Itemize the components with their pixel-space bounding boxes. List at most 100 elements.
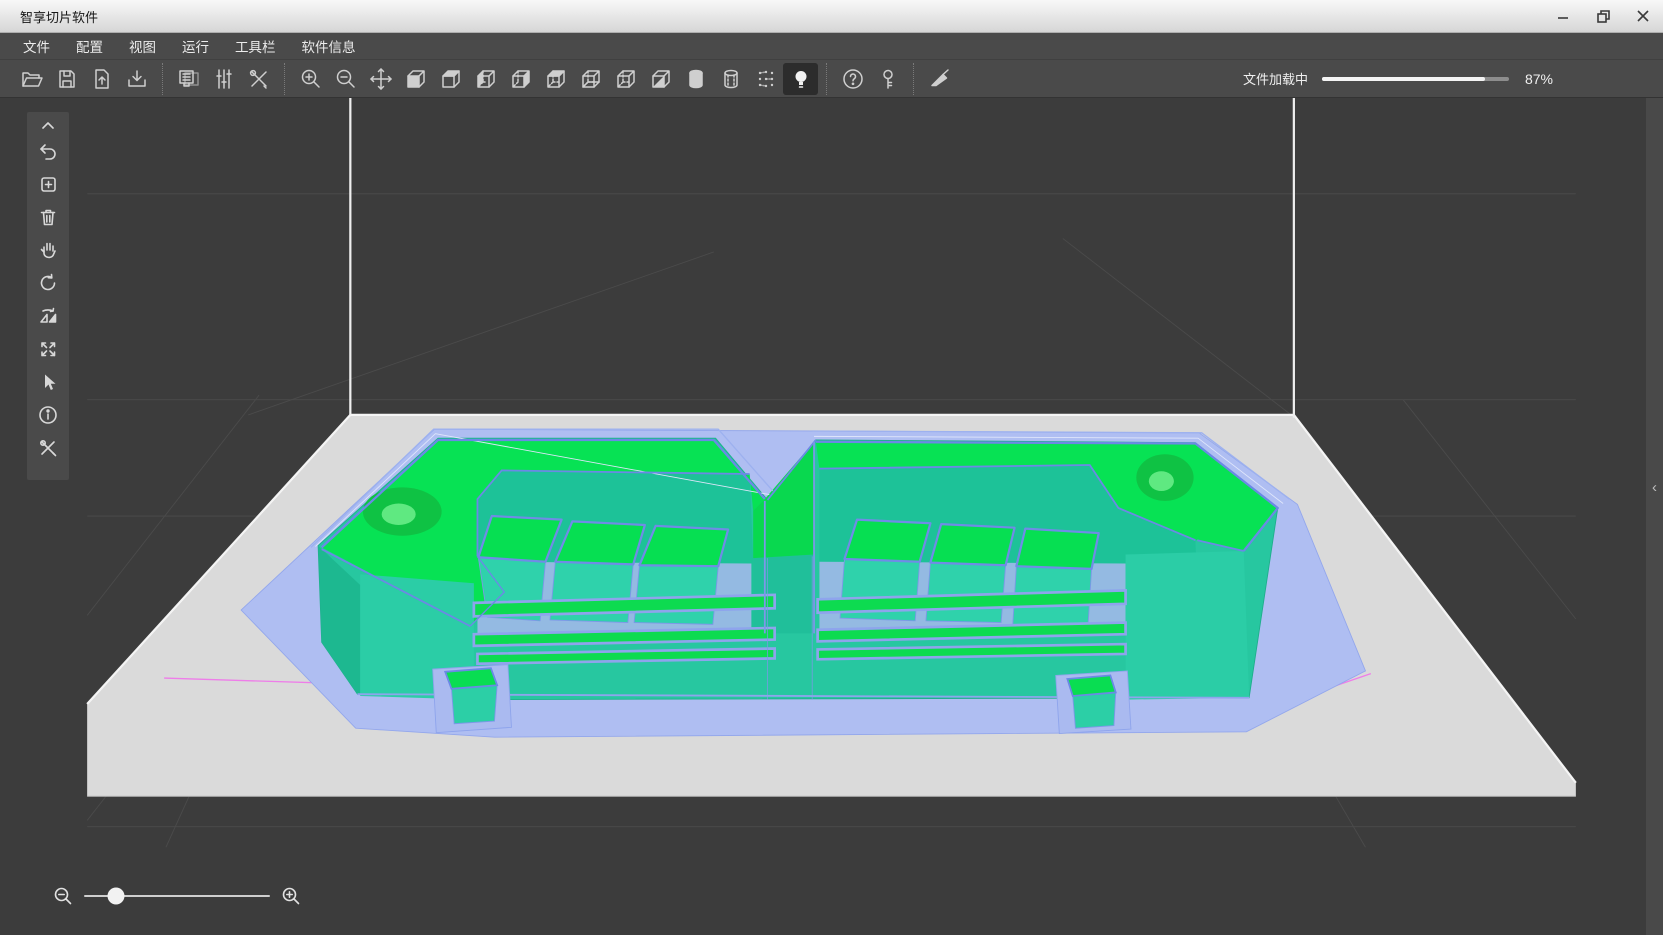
zoom-slider-thumb[interactable] bbox=[107, 888, 124, 905]
view-left-cube-button[interactable] bbox=[468, 63, 503, 95]
open-folder-icon bbox=[20, 67, 44, 91]
minimize-icon bbox=[1557, 10, 1569, 22]
cube-right-icon bbox=[509, 67, 533, 91]
print-parameters-button[interactable] bbox=[206, 63, 241, 95]
menu-config[interactable]: 配置 bbox=[63, 33, 116, 59]
cursor-icon bbox=[37, 371, 59, 393]
minimize-button[interactable] bbox=[1543, 0, 1583, 32]
model[interactable] bbox=[311, 429, 1289, 699]
import-model-button[interactable] bbox=[84, 63, 119, 95]
close-button[interactable] bbox=[1623, 0, 1663, 32]
undo-button[interactable] bbox=[31, 134, 65, 167]
cylinder-wireframe-icon bbox=[719, 67, 743, 91]
cube-wireframe-icon bbox=[614, 67, 638, 91]
scene-canvas bbox=[0, 98, 1663, 935]
knife-cut-button[interactable] bbox=[922, 63, 957, 95]
trash-icon bbox=[37, 206, 59, 228]
light-bulb-icon bbox=[789, 67, 813, 91]
progress-percent: 87% bbox=[1525, 71, 1553, 87]
zoom-slider-bar bbox=[52, 883, 302, 909]
machine-icon bbox=[177, 67, 201, 91]
cube-bottom-icon bbox=[579, 67, 603, 91]
cube-left-icon bbox=[474, 67, 498, 91]
view-wireframe-cube-button[interactable] bbox=[608, 63, 643, 95]
machine-settings-button[interactable] bbox=[171, 63, 206, 95]
progress-label: 文件加载中 bbox=[1243, 69, 1308, 88]
zoom-out-mini-icon[interactable] bbox=[52, 885, 74, 907]
titlebar: 智享切片软件 bbox=[0, 0, 1663, 33]
select-cursor-button[interactable] bbox=[31, 365, 65, 398]
crossed-tools-icon bbox=[37, 437, 59, 459]
view-back-cube-button[interactable] bbox=[433, 63, 468, 95]
cylinder-solid-button[interactable] bbox=[678, 63, 713, 95]
view-right-cube-button[interactable] bbox=[503, 63, 538, 95]
restore-button[interactable] bbox=[1583, 0, 1623, 32]
move-arrows-icon bbox=[369, 67, 393, 91]
load-progress: 文件加载中 87% bbox=[1243, 69, 1663, 88]
menu-file[interactable]: 文件 bbox=[10, 33, 63, 59]
save-file-button[interactable] bbox=[49, 63, 84, 95]
cube-half-icon bbox=[649, 67, 673, 91]
help-button[interactable] bbox=[835, 63, 870, 95]
toolbar: 文件加载中 87% bbox=[0, 60, 1663, 98]
point-cloud-button[interactable] bbox=[748, 63, 783, 95]
tools-button[interactable] bbox=[241, 63, 276, 95]
light-toggle-button[interactable] bbox=[783, 63, 818, 95]
menu-view[interactable]: 视图 bbox=[116, 33, 169, 59]
rotate-ccw-icon bbox=[37, 272, 59, 294]
pan-move-button[interactable] bbox=[363, 63, 398, 95]
close-icon bbox=[1637, 10, 1649, 22]
knife-icon bbox=[928, 67, 952, 91]
toolbox-collapse-button[interactable] bbox=[31, 116, 65, 134]
mirror-button[interactable] bbox=[31, 299, 65, 332]
cube-front-icon bbox=[404, 67, 428, 91]
circular-boss-left bbox=[363, 487, 442, 535]
info-icon bbox=[37, 404, 59, 426]
panel-expand-chevron[interactable]: ‹ bbox=[1652, 480, 1657, 495]
zoom-in-mini-icon[interactable] bbox=[280, 885, 302, 907]
viewport-3d[interactable]: ‹ bbox=[0, 98, 1663, 935]
view-front-cube-button[interactable] bbox=[398, 63, 433, 95]
pan-hand-button[interactable] bbox=[31, 233, 65, 266]
expand-arrows-icon bbox=[37, 338, 59, 360]
circular-boss-right bbox=[1136, 454, 1193, 501]
view-bottom-cube-button[interactable] bbox=[573, 63, 608, 95]
zoom-in-button[interactable] bbox=[293, 63, 328, 95]
points-icon bbox=[754, 67, 778, 91]
menu-toolbar[interactable]: 工具栏 bbox=[222, 33, 289, 59]
key-icon bbox=[876, 67, 900, 91]
menubar: 文件 配置 视图 运行 工具栏 软件信息 bbox=[0, 33, 1663, 60]
view-section-cube-button[interactable] bbox=[643, 63, 678, 95]
rotate-button[interactable] bbox=[31, 266, 65, 299]
repair-tools-button[interactable] bbox=[31, 431, 65, 464]
undo-arrow-icon bbox=[37, 140, 59, 162]
chevron-up-icon bbox=[38, 119, 58, 131]
cylinder-wireframe-button[interactable] bbox=[713, 63, 748, 95]
model-info-button[interactable] bbox=[31, 398, 65, 431]
zoom-in-icon bbox=[299, 67, 323, 91]
save-icon bbox=[55, 67, 79, 91]
window-controls bbox=[1543, 0, 1663, 32]
view-top-cube-button[interactable] bbox=[538, 63, 573, 95]
small-cube-right[interactable] bbox=[1056, 671, 1131, 734]
export-model-button[interactable] bbox=[119, 63, 154, 95]
restore-icon bbox=[1597, 10, 1610, 23]
progress-bar bbox=[1322, 77, 1509, 81]
wrench-screwdriver-icon bbox=[247, 67, 271, 91]
scale-button[interactable] bbox=[31, 332, 65, 365]
license-key-button[interactable] bbox=[870, 63, 905, 95]
menu-run[interactable]: 运行 bbox=[169, 33, 222, 59]
cylinder-solid-icon bbox=[684, 67, 708, 91]
duplicate-model-button[interactable] bbox=[31, 167, 65, 200]
small-cube-left[interactable] bbox=[433, 665, 512, 733]
mirror-flip-icon bbox=[37, 305, 59, 327]
toolbar-separator bbox=[913, 63, 914, 95]
open-file-button[interactable] bbox=[14, 63, 49, 95]
zoom-out-button[interactable] bbox=[328, 63, 363, 95]
delete-model-button[interactable] bbox=[31, 200, 65, 233]
right-panel-strip[interactable]: ‹ bbox=[1646, 98, 1663, 935]
zoom-slider-track[interactable] bbox=[84, 895, 270, 897]
add-copy-icon bbox=[37, 173, 59, 195]
menu-about[interactable]: 软件信息 bbox=[289, 33, 369, 59]
app-window: 智享切片软件 文件 配置 视图 运行 工具栏 软件信息 bbox=[0, 0, 1663, 935]
